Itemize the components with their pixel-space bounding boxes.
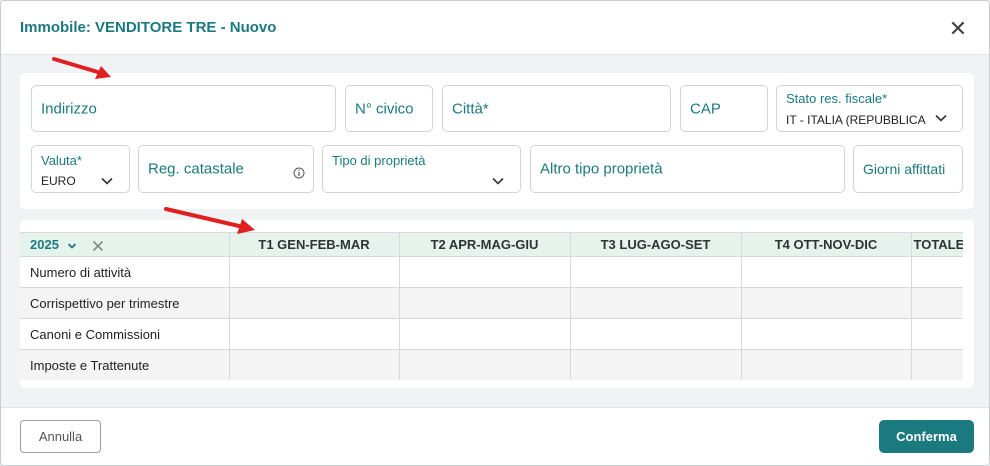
cancel-button[interactable]: Annulla xyxy=(20,420,101,453)
modal-footer: Annulla Conferma xyxy=(1,407,989,465)
table-cell[interactable] xyxy=(740,256,912,288)
year-value: 2025 xyxy=(30,237,59,252)
civico-label: N° civico xyxy=(355,100,414,117)
modal-header: Immobile: VENDITORE TRE - Nuovo ✕ xyxy=(1,1,989,55)
chevron-down-icon xyxy=(492,177,504,185)
chevron-down-icon xyxy=(935,114,947,122)
table-cell[interactable] xyxy=(228,256,400,288)
valuta-select[interactable]: Valuta* EURO xyxy=(31,145,130,193)
valuta-label: Valuta* xyxy=(41,153,82,168)
valuta-value: EURO xyxy=(41,174,76,188)
arrow-annotation xyxy=(52,57,111,79)
table-row: Corrispettivo per trimestre xyxy=(20,287,963,319)
cap-field[interactable]: CAP xyxy=(680,85,768,132)
stato-select[interactable]: Stato res. fiscale* IT - ITALIA (REPUBBL… xyxy=(776,85,963,132)
row-label: Imposte e Trattenute xyxy=(20,349,230,380)
col-header-t3: T3 LUG-AGO-SET xyxy=(569,232,742,257)
table-cell[interactable] xyxy=(398,318,571,350)
table-cell[interactable] xyxy=(910,318,963,350)
citta-label: Città* xyxy=(452,100,489,117)
stato-value: IT - ITALIA (REPUBBLICA xyxy=(786,113,926,127)
close-icon[interactable]: ✕ xyxy=(947,18,969,40)
giorni-affittati-label: Giorni affittati xyxy=(863,161,946,177)
table-cell[interactable] xyxy=(740,318,912,350)
reg-catastale-label: Reg. catastale xyxy=(148,160,244,178)
quarterly-table: 2025 T1 GEN-FEB-MAR T2 APR-MAG-GIU T3 LU… xyxy=(20,232,963,380)
table-row: Canoni e Commissioni xyxy=(20,318,963,350)
table-cell[interactable] xyxy=(228,318,400,350)
row-label: Numero di attività xyxy=(20,256,230,288)
tipo-proprieta-label: Tipo di proprietà xyxy=(332,153,426,168)
confirm-button[interactable]: Conferma xyxy=(879,420,974,453)
clear-icon[interactable] xyxy=(92,240,104,252)
table-row: Numero di attività xyxy=(20,256,963,288)
table-cell[interactable] xyxy=(740,349,912,380)
table-cell[interactable] xyxy=(228,349,400,380)
col-header-t4: T4 OTT-NOV-DIC xyxy=(740,232,912,257)
row-label: Canoni e Commissioni xyxy=(20,318,230,350)
arrow-annotation xyxy=(164,207,255,234)
giorni-affittati-field[interactable]: Giorni affittati xyxy=(853,145,963,193)
tipo-proprieta-select[interactable]: Tipo di proprietà xyxy=(322,145,521,193)
table-viewport: 2025 T1 GEN-FEB-MAR T2 APR-MAG-GIU T3 LU… xyxy=(20,232,963,380)
table-cell[interactable] xyxy=(398,349,571,380)
indirizzo-field[interactable]: Indirizzo xyxy=(31,85,336,132)
table-cell[interactable] xyxy=(569,256,742,288)
row-label: Corrispettivo per trimestre xyxy=(20,287,230,319)
civico-field[interactable]: N° civico xyxy=(345,85,433,132)
table-cell[interactable] xyxy=(740,287,912,319)
col-header-t2: T2 APR-MAG-GIU xyxy=(398,232,571,257)
table-cell[interactable] xyxy=(910,287,963,319)
cap-label: CAP xyxy=(690,100,721,117)
chevron-down-icon xyxy=(67,242,76,249)
citta-field[interactable]: Città* xyxy=(442,85,671,132)
altro-tipo-label: Altro tipo proprietà xyxy=(540,160,663,178)
table-cell[interactable] xyxy=(910,256,963,288)
modal-dialog: Immobile: VENDITORE TRE - Nuovo ✕ Indiri… xyxy=(0,0,990,466)
stato-label: Stato res. fiscale* xyxy=(786,91,888,106)
reg-catastale-field[interactable]: Reg. catastale xyxy=(138,145,314,193)
altro-tipo-field[interactable]: Altro tipo proprietà xyxy=(530,145,845,193)
table-cell[interactable] xyxy=(910,349,963,380)
table-cell[interactable] xyxy=(228,287,400,319)
info-icon[interactable] xyxy=(293,167,305,179)
table-row: Imposte e Trattenute xyxy=(20,349,963,380)
table-cell[interactable] xyxy=(569,287,742,319)
table-cell[interactable] xyxy=(569,349,742,380)
modal-title: Immobile: VENDITORE TRE - Nuovo xyxy=(20,19,277,36)
table-cell[interactable] xyxy=(398,256,571,288)
table-cell[interactable] xyxy=(398,287,571,319)
col-header-totale: TOTALE xyxy=(910,232,963,257)
indirizzo-label: Indirizzo xyxy=(41,100,97,117)
chevron-down-icon xyxy=(101,177,113,185)
table-cell[interactable] xyxy=(569,318,742,350)
